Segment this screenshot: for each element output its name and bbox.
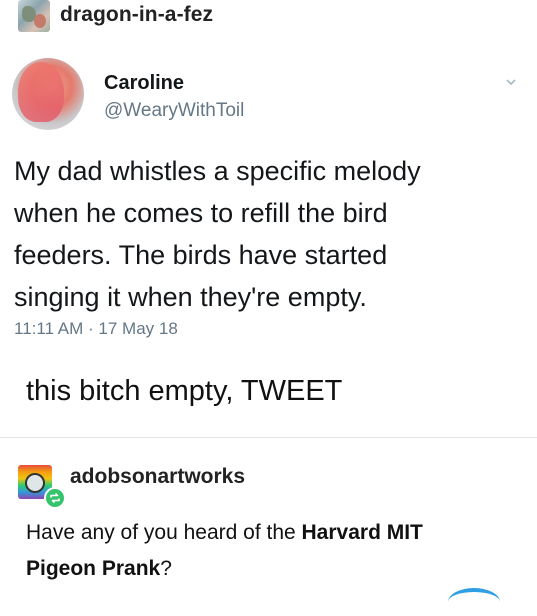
post-header: dragon-in-a-fez	[0, 0, 537, 38]
reblog-text-part: Have any of you heard of the	[26, 521, 302, 544]
reblog-text: Have any of you heard of the Harvard MIT…	[26, 515, 516, 587]
tweet-text-line: singing it when they're empty.	[14, 282, 367, 312]
reblog-icon	[44, 487, 66, 509]
post-caption: this bitch empty, TWEET	[26, 375, 343, 407]
reblog-username[interactable]: adobsonartworks	[70, 465, 245, 489]
divider	[0, 437, 537, 438]
tweet-timestamp: 11:11 AM · 17 May 18	[14, 319, 178, 338]
avatar[interactable]	[18, 0, 50, 32]
tweet-text-line: My dad whistles a specific melody	[14, 156, 421, 186]
reblog-text-bold: Pigeon Prank	[26, 557, 161, 580]
post-username[interactable]: dragon-in-a-fez	[60, 3, 213, 27]
cropped-element-edge	[448, 588, 500, 616]
avatar-image-part	[25, 473, 45, 493]
tweet-author-name: Caroline	[104, 72, 185, 94]
tweet-text: My dad whistles a specific melody when h…	[14, 150, 524, 318]
reblog-text-part: ?	[160, 557, 172, 580]
tweet-text-line: when he comes to refill the bird	[14, 198, 388, 228]
tweet-avatar	[12, 58, 84, 130]
chevron-down-icon	[506, 79, 516, 86]
avatar-image-part	[18, 62, 64, 122]
tweet-text-line: feeders. The birds have started	[14, 240, 388, 270]
avatar-image-part	[34, 14, 46, 28]
tweet-author-handle: @WearyWithToil	[104, 100, 245, 121]
reblog-text-bold: Harvard MIT	[301, 521, 423, 544]
